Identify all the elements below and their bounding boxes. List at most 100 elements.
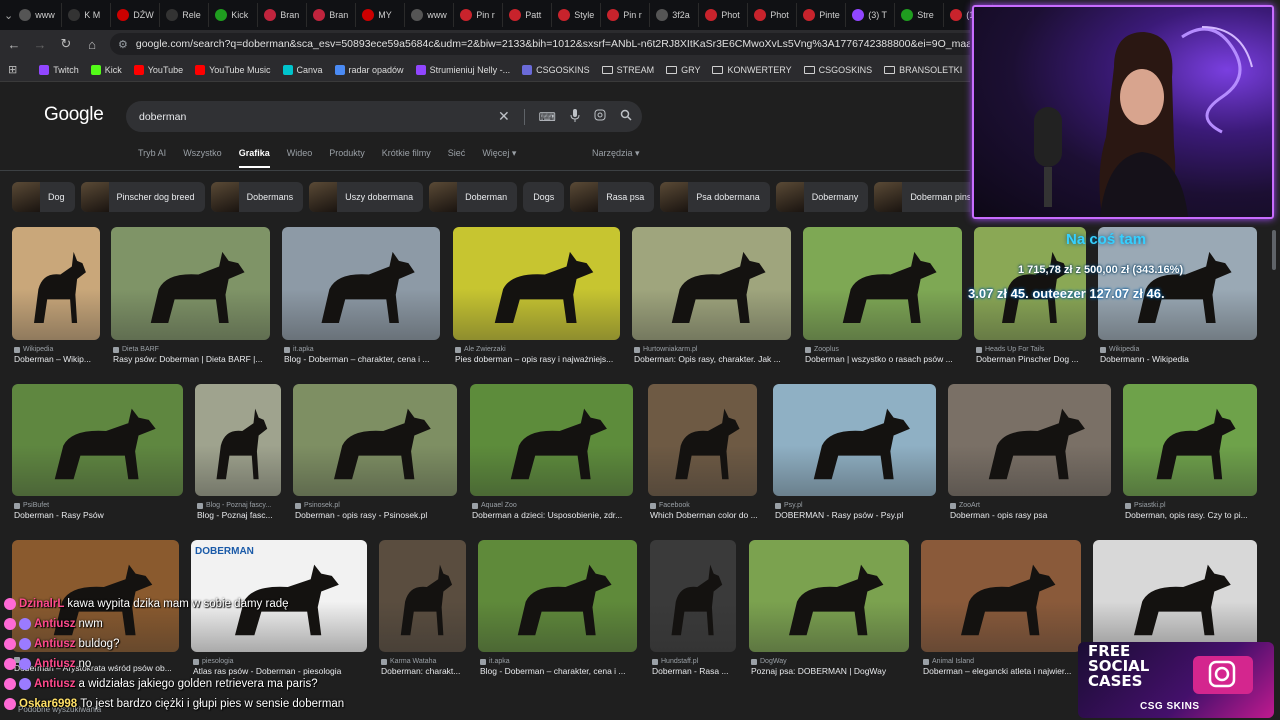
result-source[interactable]: Heads Up For Tails [976, 345, 1096, 354]
result-title[interactable]: Doberman: Opis rasy, charakter. Jak ... [634, 354, 801, 365]
related-chip[interactable]: Rasa psa [570, 182, 655, 212]
browser-tab[interactable]: www [407, 3, 455, 27]
result-image[interactable] [1123, 384, 1257, 496]
browser-tab[interactable]: Pinte [799, 3, 847, 27]
result-source[interactable]: Wikipedia [1100, 345, 1267, 354]
result-source[interactable]: it.apka [480, 657, 647, 666]
result-source[interactable]: Ale Zwierzaki [455, 345, 630, 354]
bookmark-item[interactable]: YouTube [133, 64, 183, 75]
result-source[interactable]: Zooplus [805, 345, 972, 354]
bookmark-item[interactable]: Canva [282, 64, 323, 75]
result-image[interactable] [773, 384, 936, 496]
keyboard-icon[interactable]: ⌨ [539, 110, 556, 124]
result-image[interactable] [478, 540, 637, 652]
result-image[interactable] [470, 384, 633, 496]
tab-search-icon[interactable]: ⌄ [4, 5, 13, 25]
result-source[interactable]: PsiBufet [14, 501, 193, 510]
bookmark-item[interactable]: BRANSOLETKI [884, 65, 962, 75]
bookmark-item[interactable]: CSGOSKINS [803, 65, 872, 75]
result-image[interactable] [1093, 540, 1257, 652]
result-title[interactable]: Doberman - opis rasy psa [950, 510, 1121, 521]
bookmark-item[interactable]: Strumieniuj Nelly -... [415, 64, 510, 75]
result-title[interactable]: Dobermann - Wikipedia [1100, 354, 1267, 365]
bookmark-item[interactable]: GRY [666, 65, 700, 75]
result-image[interactable] [948, 384, 1111, 496]
result-image[interactable] [632, 227, 791, 340]
result-source[interactable]: Blog - Poznaj fascy... [197, 501, 291, 510]
result-title[interactable]: Doberman – elegancki atleta i najwier... [923, 666, 1091, 677]
result-image[interactable] [111, 227, 270, 340]
bookmark-item[interactable]: Twitch [39, 64, 79, 75]
result-source[interactable]: Animal Island [923, 657, 1091, 666]
result-title[interactable]: Blog - Poznaj fasc... [197, 510, 291, 521]
google-logo[interactable]: Google [44, 104, 104, 126]
result-source[interactable]: DogWay [751, 657, 919, 666]
browser-tab[interactable]: DŹW [113, 3, 161, 27]
browser-tab[interactable]: K M [64, 3, 112, 27]
reload-icon[interactable]: ↻ [58, 36, 74, 52]
mic-icon[interactable] [570, 108, 580, 125]
result-image[interactable] [12, 384, 183, 496]
browser-tab[interactable]: Bran [309, 3, 357, 27]
bookmark-item[interactable]: YouTube Music [195, 64, 271, 75]
home-icon[interactable]: ⌂ [84, 37, 100, 52]
result-title[interactable]: Doberman - Rasa ... [652, 666, 746, 677]
result-source[interactable]: Dieta BARF [113, 345, 280, 354]
result-title[interactable]: Blog - Doberman – charakter, cena i ... [284, 354, 450, 365]
site-info-icon[interactable]: ⚙ [118, 38, 128, 51]
search-tab[interactable]: Grafika [238, 148, 270, 168]
result-source[interactable]: Psinosek.pl [295, 501, 467, 510]
search-tab[interactable]: Produkty [329, 148, 365, 168]
result-title[interactable]: Doberman Pinscher Dog ... [976, 354, 1096, 365]
browser-tab[interactable]: Rele [162, 3, 210, 27]
search-icon[interactable] [620, 109, 632, 124]
search-tab[interactable]: Więcej ▾ [482, 148, 516, 168]
browser-tab[interactable]: Phot [701, 3, 749, 27]
result-source[interactable]: Hurtowniakarm.pl [634, 345, 801, 354]
search-tab[interactable]: Sieć [448, 148, 466, 168]
result-title[interactable]: Doberman, opis rasy. Czy to pi... [1125, 510, 1267, 521]
result-image[interactable] [803, 227, 962, 340]
result-source[interactable]: Psiastki.pl [1125, 501, 1267, 510]
result-image[interactable] [12, 227, 100, 340]
result-source[interactable]: Hundstaff.pl [652, 657, 746, 666]
result-source[interactable]: Psy.pl [775, 501, 946, 510]
search-tab[interactable]: Wszystko [183, 148, 222, 168]
back-icon[interactable]: ← [6, 37, 22, 52]
url-input[interactable]: ⚙ google.com/search?q=doberman&sca_esv=5… [110, 33, 970, 55]
result-title[interactable]: Pies doberman – opis rasy i najważniejs.… [455, 354, 630, 365]
result-image[interactable] [648, 384, 757, 496]
related-chip[interactable]: Dobermans [210, 182, 304, 212]
result-title[interactable]: Poznaj psa: DOBERMAN | DogWay [751, 666, 919, 677]
browser-tab[interactable]: Style [554, 3, 602, 27]
result-image[interactable] [453, 227, 620, 340]
result-source[interactable]: Facebook [650, 501, 767, 510]
result-source[interactable]: Wikipedia [14, 345, 110, 354]
tools-button[interactable]: Narzędzia ▾ [592, 148, 640, 159]
browser-tab[interactable]: 3f2a [652, 3, 700, 27]
search-input[interactable]: doberman ✕ ⌨ [126, 101, 642, 132]
result-title[interactable]: Doberman – Wikip... [14, 354, 110, 365]
result-image[interactable] [921, 540, 1081, 652]
search-tab[interactable]: Tryb AI [138, 148, 166, 168]
forward-icon[interactable]: → [32, 37, 48, 52]
result-source[interactable]: it.apka [284, 345, 450, 354]
result-source[interactable]: ZooArt [950, 501, 1121, 510]
browser-tab[interactable]: Pin r [456, 3, 504, 27]
related-chip[interactable]: Dog [12, 182, 75, 212]
result-title[interactable]: Doberman - opis rasy - Psinosek.pl [295, 510, 467, 521]
related-chip[interactable]: Doberman [429, 182, 518, 212]
clear-icon[interactable]: ✕ [498, 108, 510, 125]
result-image[interactable] [749, 540, 909, 652]
result-image[interactable] [195, 384, 281, 496]
browser-tab[interactable]: www [15, 3, 63, 27]
bookmark-item[interactable]: radar opadów [334, 64, 404, 75]
related-chip[interactable]: Uszy dobermana [309, 182, 424, 212]
result-title[interactable]: DOBERMAN - Rasy psów - Psy.pl [775, 510, 946, 521]
lens-icon[interactable] [594, 109, 606, 124]
browser-tab[interactable]: Bran [260, 3, 308, 27]
browser-tab[interactable]: (3) T [848, 3, 896, 27]
result-title[interactable]: Blog - Doberman – charakter, cena i ... [480, 666, 647, 677]
result-title[interactable]: Doberman | wszystko o rasach psów ... [805, 354, 972, 365]
related-chip[interactable]: Psa dobermana [660, 182, 770, 212]
